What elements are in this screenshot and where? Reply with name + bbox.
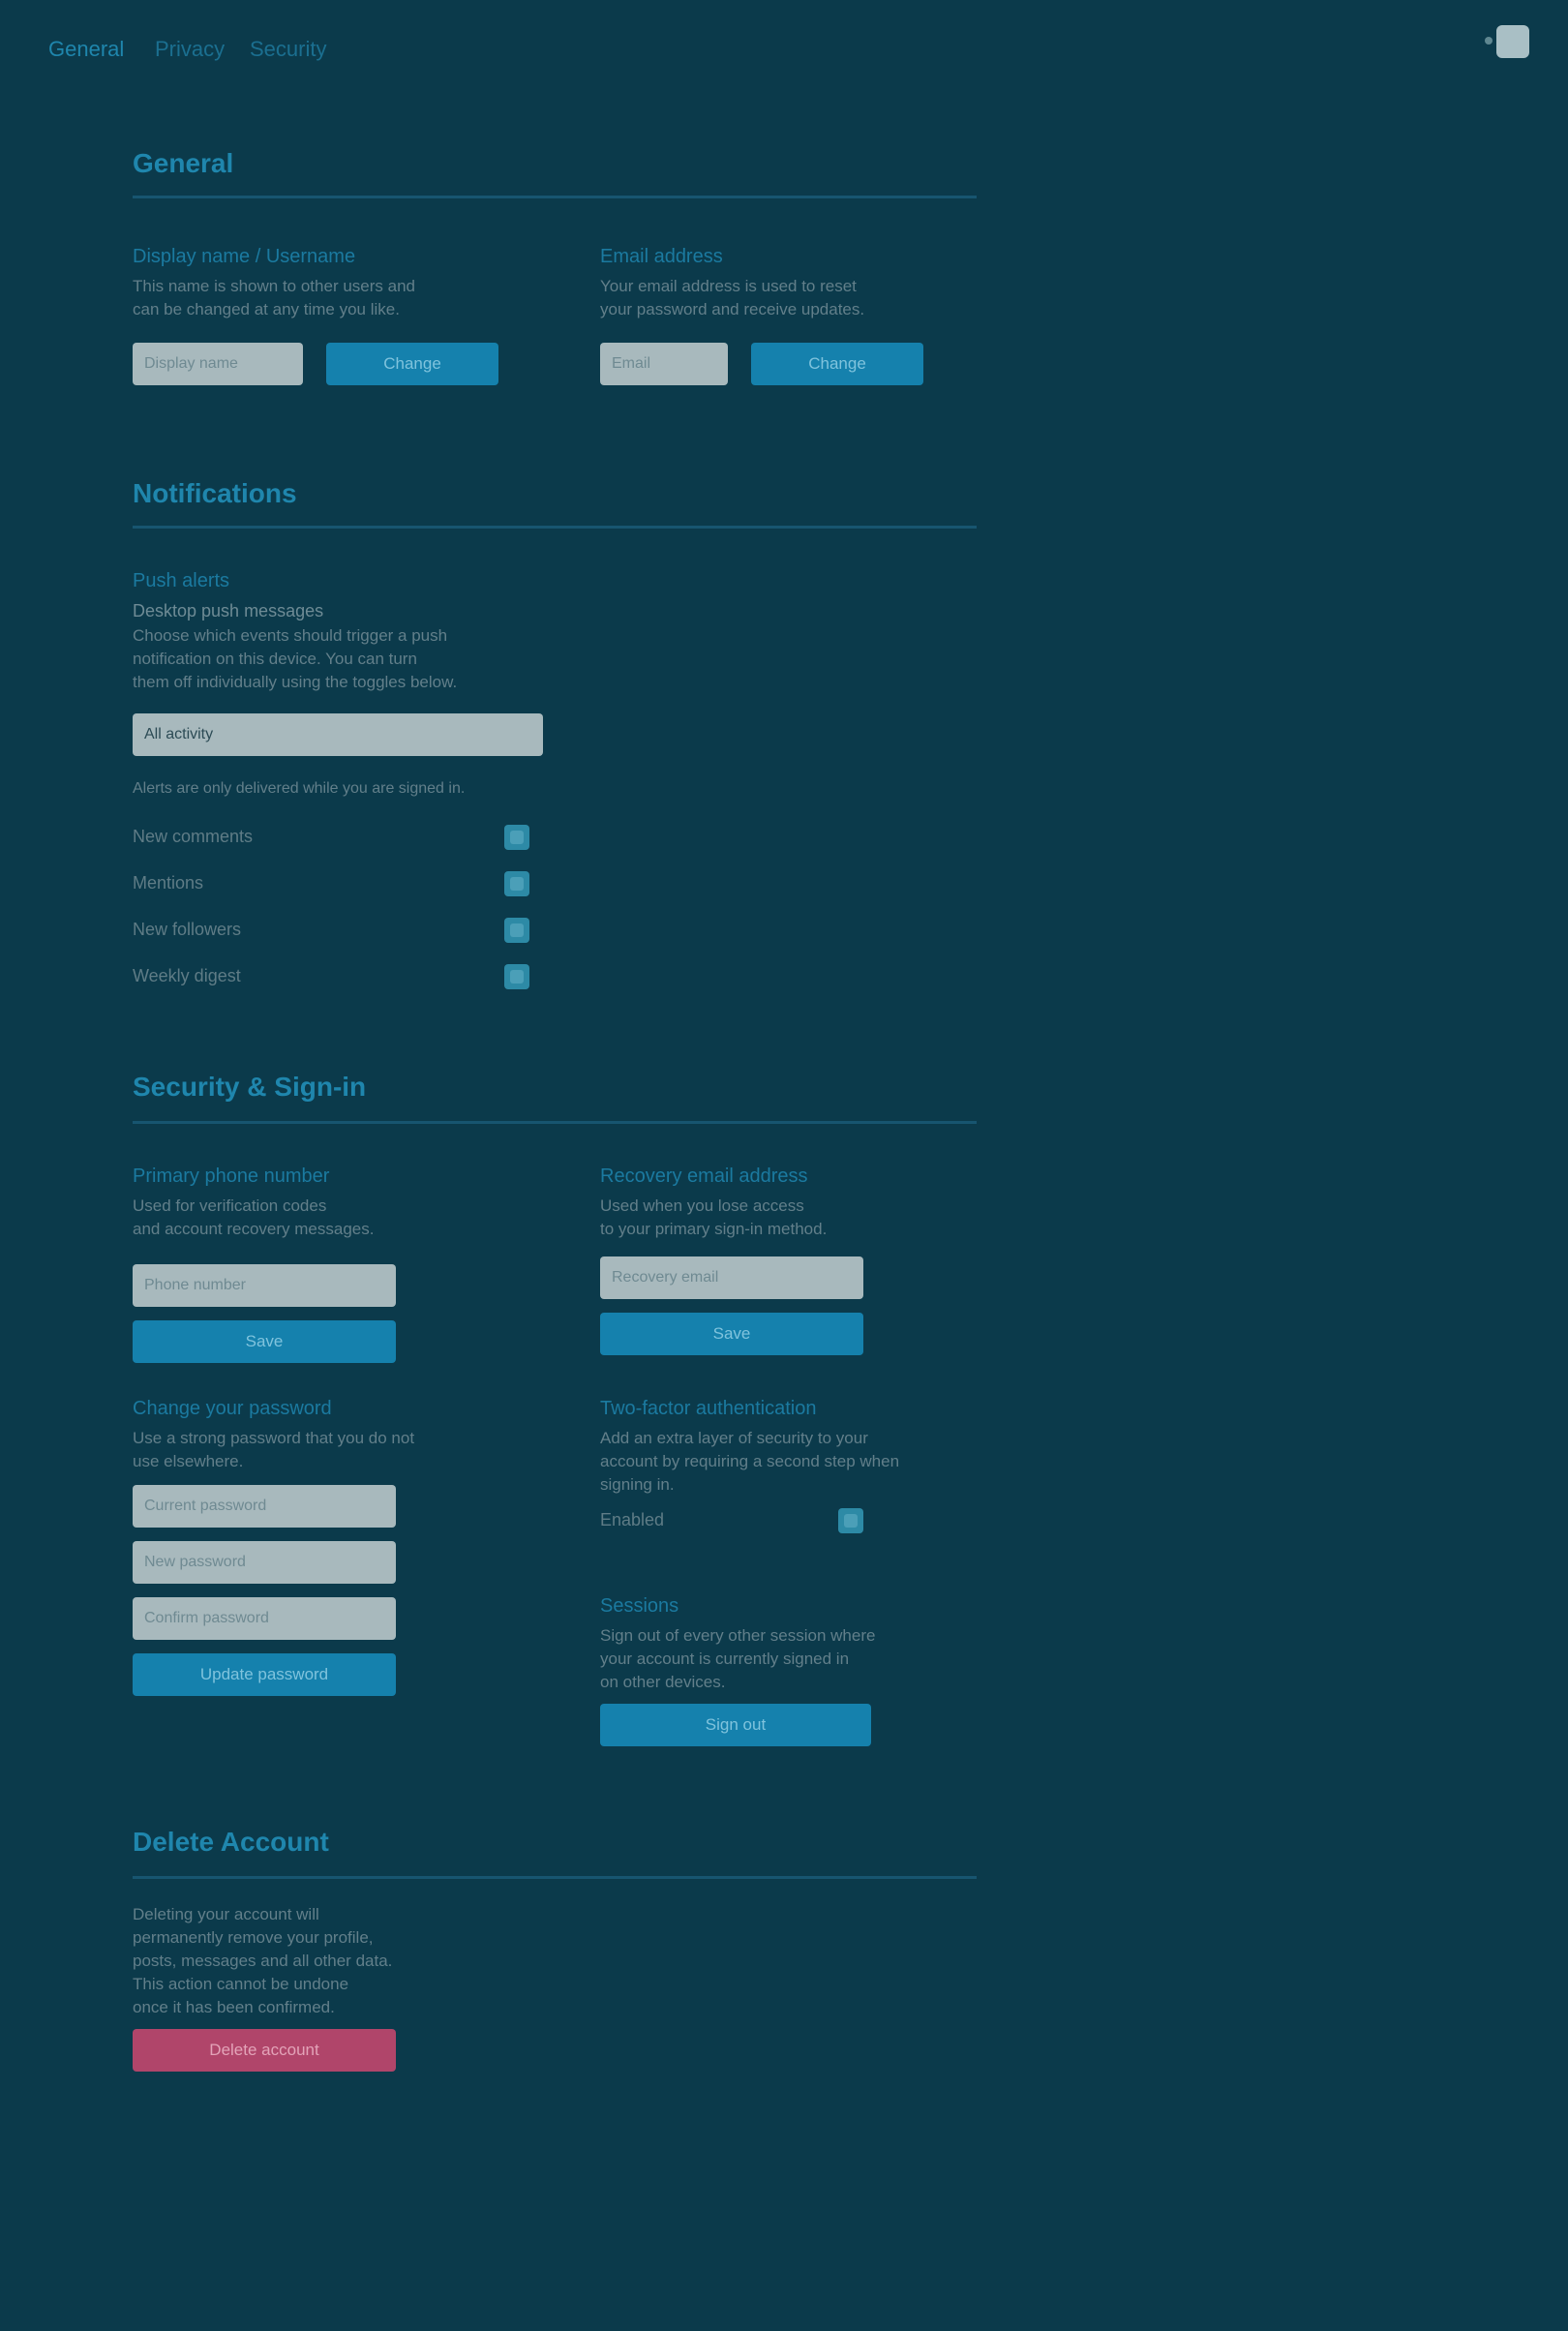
- push-desc: Choose which events should trigger a pus…: [133, 626, 458, 691]
- sessions-desc: Sign out of every other session where yo…: [600, 1626, 876, 1691]
- email-input[interactable]: [600, 343, 728, 385]
- divider: [133, 1121, 977, 1124]
- push-frequency-value: All activity: [144, 726, 214, 742]
- email-desc: Your email address is used to reset your…: [600, 277, 865, 318]
- push-subheading: Desktop push messages: [133, 601, 324, 621]
- new-password-input[interactable]: [133, 1541, 396, 1584]
- toggle-row: Mentions: [133, 869, 529, 898]
- update-password-button[interactable]: Update password: [133, 1653, 396, 1696]
- weekly-digest-toggle[interactable]: [504, 964, 529, 989]
- nav-link-general[interactable]: General: [48, 37, 124, 62]
- sign-out-sessions-button[interactable]: Sign out: [600, 1704, 871, 1746]
- two-factor-heading: Two-factor authentication: [600, 1398, 817, 1419]
- two-factor-toggle[interactable]: [838, 1508, 863, 1533]
- push-note: Alerts are only delivered while you are …: [133, 780, 466, 797]
- primary-phone-desc: Used for verification codes and account …: [133, 1196, 375, 1238]
- toggle-label: New comments: [133, 827, 254, 846]
- delete-account-section: Delete Account Deleting your account wil…: [133, 1826, 977, 2077]
- section-title-delete-account: Delete Account: [133, 1827, 329, 1857]
- display-name-input[interactable]: [133, 343, 303, 385]
- display-name-heading: Display name / Username: [133, 246, 356, 267]
- recovery-email-desc: Used when you lose access to your primar…: [600, 1196, 828, 1238]
- email-change-button[interactable]: Change: [751, 343, 923, 385]
- email-heading: Email address: [600, 246, 723, 267]
- divider: [133, 196, 977, 198]
- confirm-password-input[interactable]: [133, 1597, 396, 1640]
- toggle-label: Mentions: [133, 873, 204, 893]
- mentions-toggle[interactable]: [504, 871, 529, 896]
- section-title-security: Security & Sign-in: [133, 1072, 367, 1102]
- notifications-section: Notifications Push alerts Desktop push m…: [133, 477, 977, 1000]
- divider: [133, 526, 977, 529]
- toggle-row: Weekly digest: [133, 962, 529, 991]
- nav-link-security[interactable]: Security: [250, 37, 326, 62]
- change-password-heading: Change your password: [133, 1398, 332, 1419]
- nav-link-privacy[interactable]: Privacy: [155, 37, 225, 62]
- current-password-input[interactable]: [133, 1485, 396, 1528]
- delete-account-button[interactable]: Delete account: [133, 2029, 396, 2072]
- two-factor-toggle-row: Enabled: [600, 1506, 863, 1535]
- primary-phone-save-button[interactable]: Save: [133, 1320, 396, 1363]
- user-menu-icon[interactable]: [1485, 25, 1529, 58]
- section-title-notifications: Notifications: [133, 478, 297, 508]
- push-frequency-select[interactable]: All activity: [133, 713, 543, 756]
- two-factor-desc: Add an extra layer of security to your a…: [600, 1429, 900, 1494]
- recovery-email-input[interactable]: [600, 1256, 863, 1299]
- push-heading: Push alerts: [133, 570, 230, 591]
- section-title-general: General: [133, 148, 234, 178]
- toggle-row: New followers: [133, 916, 529, 945]
- top-nav: General Privacy Security: [0, 0, 1568, 97]
- recovery-email-save-button[interactable]: Save: [600, 1313, 863, 1355]
- toggle-label: Weekly digest: [133, 966, 241, 985]
- change-password-desc: Use a strong password that you do not us…: [133, 1429, 415, 1470]
- general-section: General Display name / Username This nam…: [133, 147, 977, 399]
- toggle-row: New comments: [133, 823, 529, 852]
- primary-phone-input[interactable]: [133, 1264, 396, 1307]
- security-section: Security & Sign-in Primary phone number …: [133, 1071, 977, 1758]
- recovery-email-heading: Recovery email address: [600, 1166, 808, 1187]
- new-followers-toggle[interactable]: [504, 918, 529, 943]
- divider: [133, 1876, 977, 1879]
- new-comments-toggle[interactable]: [504, 825, 529, 850]
- two-factor-toggle-label: Enabled: [600, 1510, 665, 1529]
- sessions-heading: Sessions: [600, 1595, 679, 1617]
- primary-phone-heading: Primary phone number: [133, 1166, 330, 1187]
- display-name-change-button[interactable]: Change: [326, 343, 498, 385]
- delete-account-desc: Deleting your account will permanently r…: [133, 1905, 393, 2016]
- toggle-label: New followers: [133, 920, 242, 939]
- display-name-desc: This name is shown to other users and ca…: [133, 277, 415, 318]
